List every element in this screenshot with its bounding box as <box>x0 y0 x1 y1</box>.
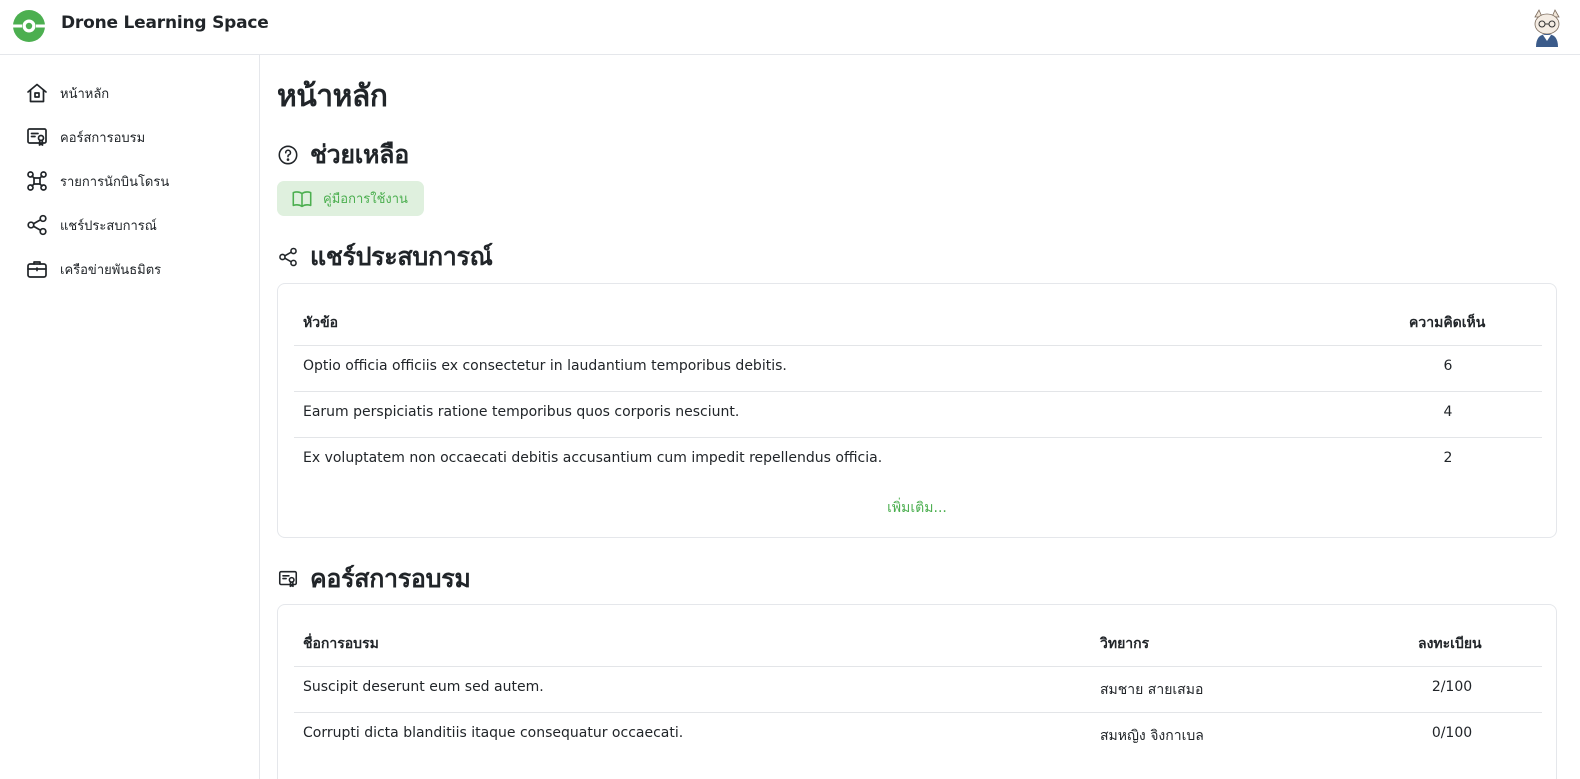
sidebar-item-label: เครือข่ายพันธมิตร <box>60 262 162 278</box>
user-manual-button[interactable]: คู่มือการใช้งาน <box>277 181 424 216</box>
top-bar: Drone Learning Space <box>0 0 1580 55</box>
book-icon <box>292 190 312 207</box>
table-divider <box>294 712 1542 713</box>
experience-row-topic[interactable]: Optio officia officiis ex consectetur in… <box>303 358 787 374</box>
column-header-course-name: ชื่อการอบรม <box>303 636 379 652</box>
briefcase-icon <box>27 261 47 278</box>
sidebar-item-courses[interactable]: คอร์สการอบรม <box>25 122 145 152</box>
share-icon <box>279 247 297 267</box>
sidebar-item-label: รายการนักบินโดรน <box>60 174 170 190</box>
sidebar-item-label: แชร์ประสบการณ์ <box>60 218 157 234</box>
sidebar-item-label: คอร์สการอบรม <box>60 130 146 146</box>
drone-icon <box>27 171 47 191</box>
experience-row-comments: 6 <box>1443 358 1453 374</box>
sidebar: หน้าหลัก คอร์สการอบรม รายการนักบินโดรน แ… <box>0 55 260 779</box>
sidebar-item-drone-pilots[interactable]: รายการนักบินโดรน <box>25 166 169 196</box>
column-header-topic: หัวข้อ <box>303 315 339 331</box>
table-divider <box>294 345 1542 346</box>
courses-section-title: คอร์สการอบรม <box>310 564 471 593</box>
experience-table-card: หัวข้อ ความคิดเห็น Optio officia officii… <box>277 283 1557 538</box>
course-row-registered: 0/100 <box>1431 725 1473 741</box>
course-row-name[interactable]: Suscipit deserunt eum sed autem. <box>303 679 544 695</box>
experience-row-comments: 4 <box>1443 404 1453 420</box>
main-content: หน้าหลัก ช่วยเหลือ คู่มือการใช้งาน แชร์ป… <box>277 55 1567 779</box>
help-section-header: ช่วยเหลือ <box>277 135 409 175</box>
sidebar-item-home[interactable]: หน้าหลัก <box>25 78 109 108</box>
courses-table-card: ชื่อการอบรม วิทยากร ลงทะเบียน Suscipit d… <box>277 604 1557 779</box>
certificate-icon <box>27 128 47 146</box>
course-row-name[interactable]: Corrupti dicta blanditiis itaque consequ… <box>303 725 683 741</box>
experience-section-header: แชร์ประสบการณ์ <box>277 237 493 277</box>
help-section-title: ช่วยเหลือ <box>310 140 409 169</box>
course-row-registered: 2/100 <box>1431 679 1473 695</box>
table-divider <box>294 666 1542 667</box>
page-title: หน้าหลัก <box>277 79 388 114</box>
home-icon <box>27 83 47 103</box>
drone-logo-icon[interactable] <box>12 9 46 43</box>
table-divider <box>294 437 1542 438</box>
share-icon <box>27 214 47 236</box>
sidebar-item-partners[interactable]: เครือข่ายพันธมิตร <box>25 254 161 284</box>
sidebar-item-label: หน้าหลัก <box>60 86 110 102</box>
certificate-icon <box>278 570 298 588</box>
app-title[interactable]: Drone Learning Space <box>61 13 269 33</box>
experience-row-topic[interactable]: Earum perspiciatis ratione temporibus qu… <box>303 404 739 420</box>
experience-row-comments: 2 <box>1443 450 1453 466</box>
table-divider <box>294 391 1542 392</box>
courses-section-header: คอร์สการอบรม <box>277 559 471 599</box>
sidebar-item-share-experience[interactable]: แชร์ประสบการณ์ <box>25 210 157 240</box>
more-link[interactable]: เพิ่มเติม... <box>278 497 1556 519</box>
experience-section-title: แชร์ประสบการณ์ <box>310 242 493 271</box>
help-circle-icon <box>278 145 298 165</box>
course-row-speaker: สมหญิง จิงกาเบล <box>1100 728 1204 744</box>
experience-row-topic[interactable]: Ex voluptatem non occaecati debitis accu… <box>303 450 882 466</box>
column-header-comments: ความคิดเห็น <box>1409 315 1486 331</box>
user-avatar[interactable] <box>1527 8 1567 48</box>
column-header-registered: ลงทะเบียน <box>1418 636 1482 652</box>
user-manual-label: คู่มือการใช้งาน <box>323 192 408 207</box>
course-row-speaker: สมชาย สายเสมอ <box>1100 682 1204 698</box>
column-header-speaker: วิทยากร <box>1100 636 1150 652</box>
